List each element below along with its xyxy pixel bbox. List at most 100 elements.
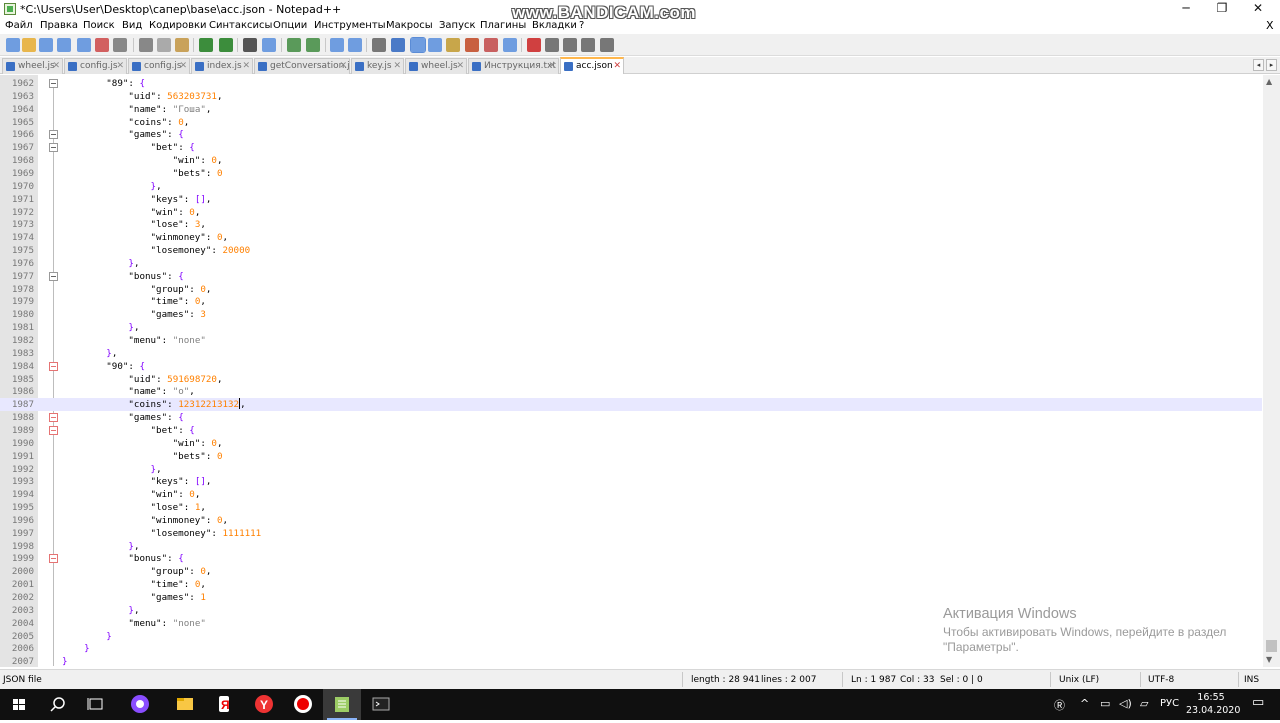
record-macro-icon[interactable] [527, 38, 541, 52]
tab-wheel-js[interactable]: wheel.js ✕ [405, 58, 467, 74]
replace-icon[interactable] [262, 38, 276, 52]
editor[interactable]: 1962 "89": {1963 "uid": 563203731, 1964 "… [0, 75, 1262, 667]
save-macro-icon[interactable] [600, 38, 614, 52]
code-text[interactable]: "coins": 12312213132, [62, 398, 246, 411]
people-icon[interactable]: Ⓡ [1054, 697, 1065, 713]
fold-toggle-icon[interactable] [49, 425, 58, 435]
code-text[interactable]: "keys": [], [62, 193, 212, 206]
editor-line[interactable]: 1973 "lose": 3, [0, 218, 1262, 231]
editor-line[interactable]: 1996 "winmoney": 0, [0, 514, 1262, 527]
tab-wheel-js[interactable]: wheel.js ✕ [2, 58, 63, 74]
code-text[interactable]: "bonus": { [62, 270, 183, 283]
editor-line[interactable]: 2001 "time": 0, [0, 578, 1262, 591]
editor-line[interactable]: 1984 "90": { [0, 360, 1262, 373]
function-list-icon[interactable] [446, 38, 460, 52]
tab-index-js[interactable]: index.js ✕ [191, 58, 253, 74]
language-indicator[interactable]: РУС [1160, 698, 1179, 709]
sync-v-icon[interactable] [330, 38, 344, 52]
code-text[interactable]: "win": 0, [62, 437, 223, 450]
code-text[interactable]: "games": 1 [62, 591, 206, 604]
tab-close-icon[interactable]: ✕ [613, 59, 621, 73]
indent-guide-icon[interactable] [410, 37, 426, 53]
code-text[interactable]: }, [62, 347, 117, 360]
code-text[interactable]: }, [62, 540, 139, 553]
notification-icon[interactable]: ▱ [1140, 697, 1148, 710]
taskbar-app-bandicam[interactable] [284, 689, 322, 720]
code-text[interactable]: "name": "о", [62, 385, 194, 398]
code-text[interactable]: "name": "Гоша", [62, 103, 211, 116]
editor-line[interactable]: 1964 "name": "Гоша", [0, 103, 1262, 116]
menu-item-10[interactable]: Плагины [480, 20, 526, 31]
code-text[interactable]: "bonus": { [62, 552, 183, 565]
save-icon[interactable] [39, 38, 53, 52]
code-text[interactable]: "winmoney": 0, [62, 514, 229, 527]
editor-line[interactable]: 1989 "bet": { [0, 424, 1262, 437]
editor-line[interactable]: 1970 }, [0, 180, 1262, 193]
editor-line[interactable]: 1993 "keys": [], [0, 475, 1262, 488]
code-text[interactable]: "games": { [62, 411, 183, 424]
tab-getconversation-js[interactable]: getConversation.js ✕ [254, 58, 350, 74]
run-macro-icon[interactable] [581, 38, 595, 52]
restore-button[interactable]: ❐ [1204, 0, 1240, 19]
monitor-icon[interactable] [484, 38, 498, 52]
code-text[interactable]: "lose": 1, [62, 501, 206, 514]
editor-line[interactable]: 1991 "bets": 0 [0, 450, 1262, 463]
paste-icon[interactable] [175, 38, 189, 52]
fold-toggle-icon[interactable] [49, 143, 58, 153]
menu-item-6[interactable]: Опции [273, 20, 307, 31]
status-encoding[interactable]: UTF-8 [1148, 675, 1174, 685]
tab-config-js[interactable]: config.js ✕ [128, 58, 190, 74]
search-button[interactable] [39, 689, 77, 720]
code-text[interactable]: "lose": 3, [62, 218, 206, 231]
code-text[interactable]: }, [62, 604, 139, 617]
menu-item-12[interactable]: ? [579, 20, 584, 31]
code-text[interactable]: "bet": { [62, 424, 195, 437]
code-text[interactable]: "bets": 0 [62, 167, 223, 180]
editor-line[interactable]: 1966 "games": { [0, 128, 1262, 141]
code-text[interactable]: "keys": [], [62, 475, 212, 488]
network-icon[interactable]: ▭ [1100, 697, 1110, 710]
eye-icon[interactable] [503, 38, 517, 52]
word-wrap-icon[interactable] [372, 38, 386, 52]
scroll-down-icon[interactable]: ▼ [1266, 655, 1272, 664]
close-document-button[interactable]: X [1266, 19, 1274, 32]
editor-line[interactable]: 1965 "coins": 0, [0, 116, 1262, 129]
tab-key-js[interactable]: key.js ✕ [351, 58, 404, 74]
folder-workspace-icon[interactable] [465, 38, 479, 52]
editor-line[interactable]: 1975 "losemoney": 20000 [0, 244, 1262, 257]
clock[interactable]: 16:55 23.04.2020 [1186, 691, 1240, 717]
code-text[interactable]: "group": 0, [62, 565, 212, 578]
menu-item-4[interactable]: Кодировки [149, 20, 207, 31]
editor-line[interactable]: 1995 "lose": 1, [0, 501, 1262, 514]
save-all-icon[interactable] [57, 38, 71, 52]
code-text[interactable]: "bets": 0 [62, 450, 223, 463]
taskbar-app-notepadpp[interactable] [323, 689, 361, 720]
stop-macro-icon[interactable] [545, 38, 559, 52]
close-button[interactable]: ✕ [1240, 0, 1276, 19]
menu-item-11[interactable]: Вкладки [532, 20, 577, 31]
code-text[interactable]: "games": { [62, 128, 183, 141]
editor-line[interactable]: 1977 "bonus": { [0, 270, 1262, 283]
code-text[interactable]: "time": 0, [62, 578, 206, 591]
status-insert-mode[interactable]: INS [1244, 675, 1259, 685]
tab-acc-json[interactable]: acc.json ✕ [560, 57, 624, 74]
code-text[interactable]: "menu": "none" [62, 334, 206, 347]
editor-line[interactable]: 1988 "games": { [0, 411, 1262, 424]
redo-icon[interactable] [219, 38, 233, 52]
taskbar-app-yandex-browser[interactable]: Y [245, 689, 283, 720]
code-text[interactable]: "win": 0, [62, 154, 223, 167]
doc-map-icon[interactable] [428, 38, 442, 52]
status-eol[interactable]: Unix (LF) [1059, 675, 1099, 685]
code-text[interactable]: "89": { [62, 77, 145, 90]
code-text[interactable]: } [62, 655, 68, 667]
play-macro-icon[interactable] [563, 38, 577, 52]
fold-toggle-icon[interactable] [49, 130, 58, 140]
show-all-chars-icon[interactable] [391, 38, 405, 52]
scroll-up-icon[interactable]: ▲ [1266, 77, 1272, 86]
editor-line[interactable]: 1979 "time": 0, [0, 295, 1262, 308]
menu-item-1[interactable]: Правка [40, 20, 78, 31]
start-button[interactable] [0, 689, 38, 720]
action-center-icon[interactable]: ▭ [1252, 695, 1264, 710]
menu-item-5[interactable]: Синтаксисы [209, 20, 272, 31]
new-file-icon[interactable] [6, 38, 20, 52]
